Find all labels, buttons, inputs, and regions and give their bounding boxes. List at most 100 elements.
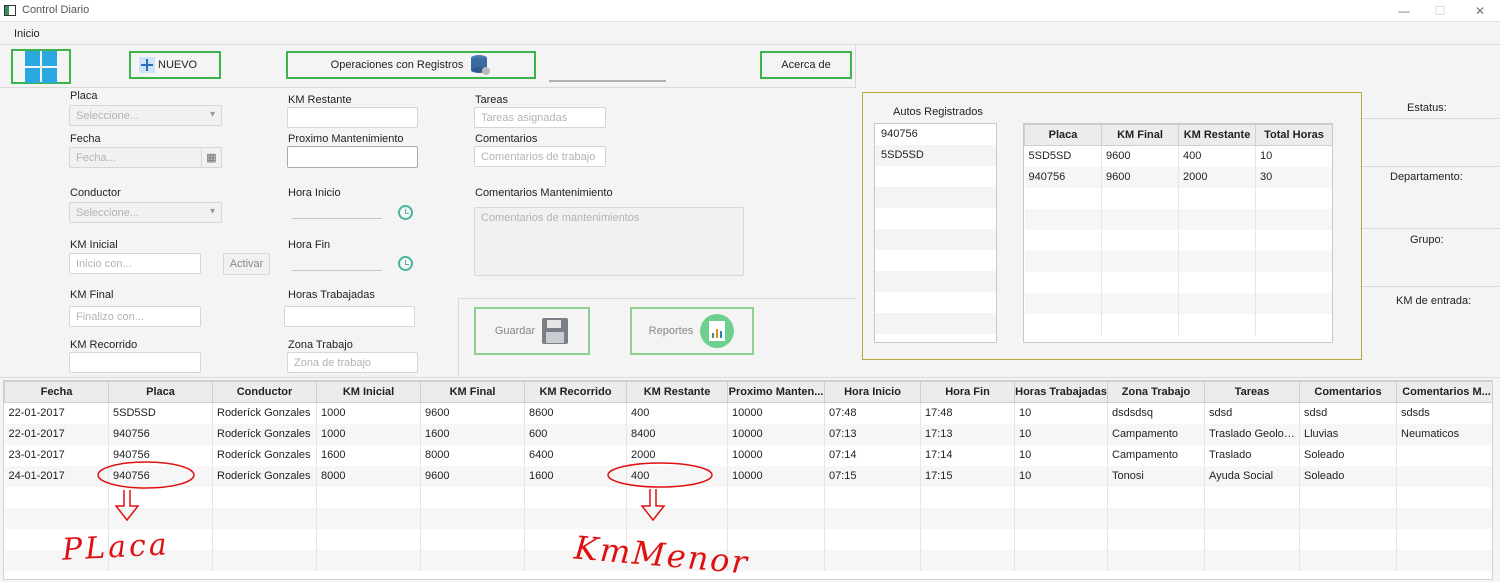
database-icon [471,55,491,75]
column-header[interactable]: KM Restante [1178,124,1256,146]
zona-trabajo-field[interactable]: Zona de trabajo [287,352,418,373]
table-cell [316,528,421,550]
close-button[interactable]: ✕ [1472,3,1488,19]
column-header[interactable]: KM Inicial [316,381,421,403]
column-header[interactable]: Fecha [4,381,109,403]
column-header[interactable]: KM Recorrido [524,381,627,403]
tareas-label: Tareas [475,94,509,106]
column-header[interactable]: Horas Trabajadas [1014,381,1108,403]
acerca-button[interactable]: Acerca de [760,51,852,79]
column-header[interactable]: KM Final [420,381,525,403]
table-cell: 10 [1014,444,1108,466]
table-cell [824,486,921,508]
table-cell: Roderíck Gonzales [212,423,317,445]
table-cell [1014,486,1108,508]
table-row[interactable]: 22-01-2017 940756 Roderíck Gonzales 1000 160… [4,423,1492,445]
column-header[interactable]: Zona Trabajo [1107,381,1205,403]
table-cell [1396,465,1492,487]
maximize-button[interactable]: ☐ [1432,3,1448,19]
km-inicial-field[interactable]: Inicio con... [69,253,201,274]
minimize-button[interactable]: — [1396,3,1412,19]
table-cell: Roderíck Gonzales [212,402,317,424]
table-cell: 9600 [1101,166,1179,188]
table-cell [1299,528,1397,550]
title-bar: Control Diario — ☐ ✕ [0,0,1500,22]
table-row[interactable]: 24-01-2017 940756 Roderíck Gonzales 8000 960… [4,465,1492,487]
table-cell: 5SD5SD [108,402,213,424]
table-row[interactable]: 22-01-2017 5SD5SD Roderíck Gonzales 1000 960… [4,402,1492,424]
calendar-icon[interactable]: ▦ [201,147,222,168]
km-entrada-label: KM de entrada: [1396,295,1472,307]
table-row[interactable]: 23-01-2017 940756 Roderíck Gonzales 1600 800… [4,444,1492,466]
column-header[interactable]: Hora Fin [920,381,1015,403]
toolbar-bottom-line [0,87,856,88]
km-restante-label: KM Restante [288,94,352,106]
horas-trabajadas-label: Horas Trabajadas [288,289,375,301]
km-final-field[interactable]: Finalizo con... [69,306,201,327]
list-item[interactable]: 940756 [875,124,996,145]
comentarios-mant-textarea[interactable]: Comentarios de mantenimientos [474,207,744,276]
table-cell: 9600 [420,465,525,487]
table-row[interactable]: 5SD5SD 9600 400 10 [1024,145,1332,167]
conductor-combobox[interactable]: Seleccione... [69,202,222,223]
placa-combobox[interactable]: Seleccione... [69,105,222,126]
table-cell: Ayuda Social [1204,465,1300,487]
activar-button[interactable]: Activar [223,253,270,275]
nuevo-label: NUEVO [158,59,198,71]
status-divider [1362,228,1500,229]
toolbar-divider [855,45,856,88]
table-row [4,486,1492,508]
column-header[interactable]: KM Restante [626,381,728,403]
hora-fin-field[interactable] [292,270,382,271]
table-cell: 1600 [316,444,421,466]
windows-logo-icon [25,50,57,83]
autos-summary-table[interactable]: Placa KM Final KM Restante Total Horas 5… [1023,123,1333,343]
table-row[interactable]: 940756 9600 2000 30 [1024,166,1332,188]
table-cell: 2000 [626,444,728,466]
comentarios-field[interactable]: Comentarios de trabajo [474,146,606,167]
table-cell: dsdsdsq [1107,402,1205,424]
column-header[interactable]: KM Final [1101,124,1179,146]
list-item [875,166,996,187]
fecha-label: Fecha [70,133,101,145]
column-header[interactable]: Total Horas [1255,124,1332,146]
column-header[interactable]: Proximo Manten... [727,381,825,403]
clock-icon[interactable] [398,205,413,220]
nuevo-button[interactable]: NUEVO [129,51,221,79]
table-cell [824,507,921,529]
km-recorrido-field[interactable] [69,352,201,373]
table-cell: Traslado Geologos [1204,423,1300,445]
guardar-button[interactable]: Guardar [474,307,590,355]
table-cell: 5SD5SD [1024,145,1102,167]
menu-inicio[interactable]: Inicio [14,28,40,40]
column-header[interactable]: Tareas [1204,381,1300,403]
table-cell: Tonosi [1107,465,1205,487]
km-restante-field[interactable] [287,107,418,128]
column-header[interactable]: Comentarios M... [1396,381,1492,403]
table-cell: 10000 [727,444,825,466]
autos-title: Autos Registrados [893,106,983,118]
table-cell: Roderíck Gonzales [212,465,317,487]
hora-inicio-field[interactable] [292,218,382,219]
column-header[interactable]: Placa [108,381,213,403]
reportes-button[interactable]: Reportes [630,307,754,355]
list-item [875,229,996,250]
table-cell [1299,549,1397,571]
fecha-field[interactable]: Fecha... [69,147,202,168]
column-header[interactable]: Hora Inicio [824,381,921,403]
operaciones-button[interactable]: Operaciones con Registros [286,51,536,79]
proximo-mant-field[interactable] [287,146,418,168]
column-header[interactable]: Conductor [212,381,317,403]
list-item[interactable]: 5SD5SD [875,145,996,166]
table-cell: Neumaticos [1396,423,1492,445]
column-header[interactable]: Comentarios [1299,381,1397,403]
autos-list[interactable]: 940756 5SD5SD [874,123,997,343]
column-header[interactable]: Placa [1024,124,1102,146]
start-button[interactable] [11,49,71,84]
table-cell: Traslado [1204,444,1300,466]
table-cell: 23-01-2017 [4,444,109,466]
clock-icon[interactable] [398,256,413,271]
horas-trabajadas-field[interactable] [284,306,415,327]
tareas-field[interactable]: Tareas asignadas [474,107,606,128]
table-cell: 2000 [1178,166,1256,188]
